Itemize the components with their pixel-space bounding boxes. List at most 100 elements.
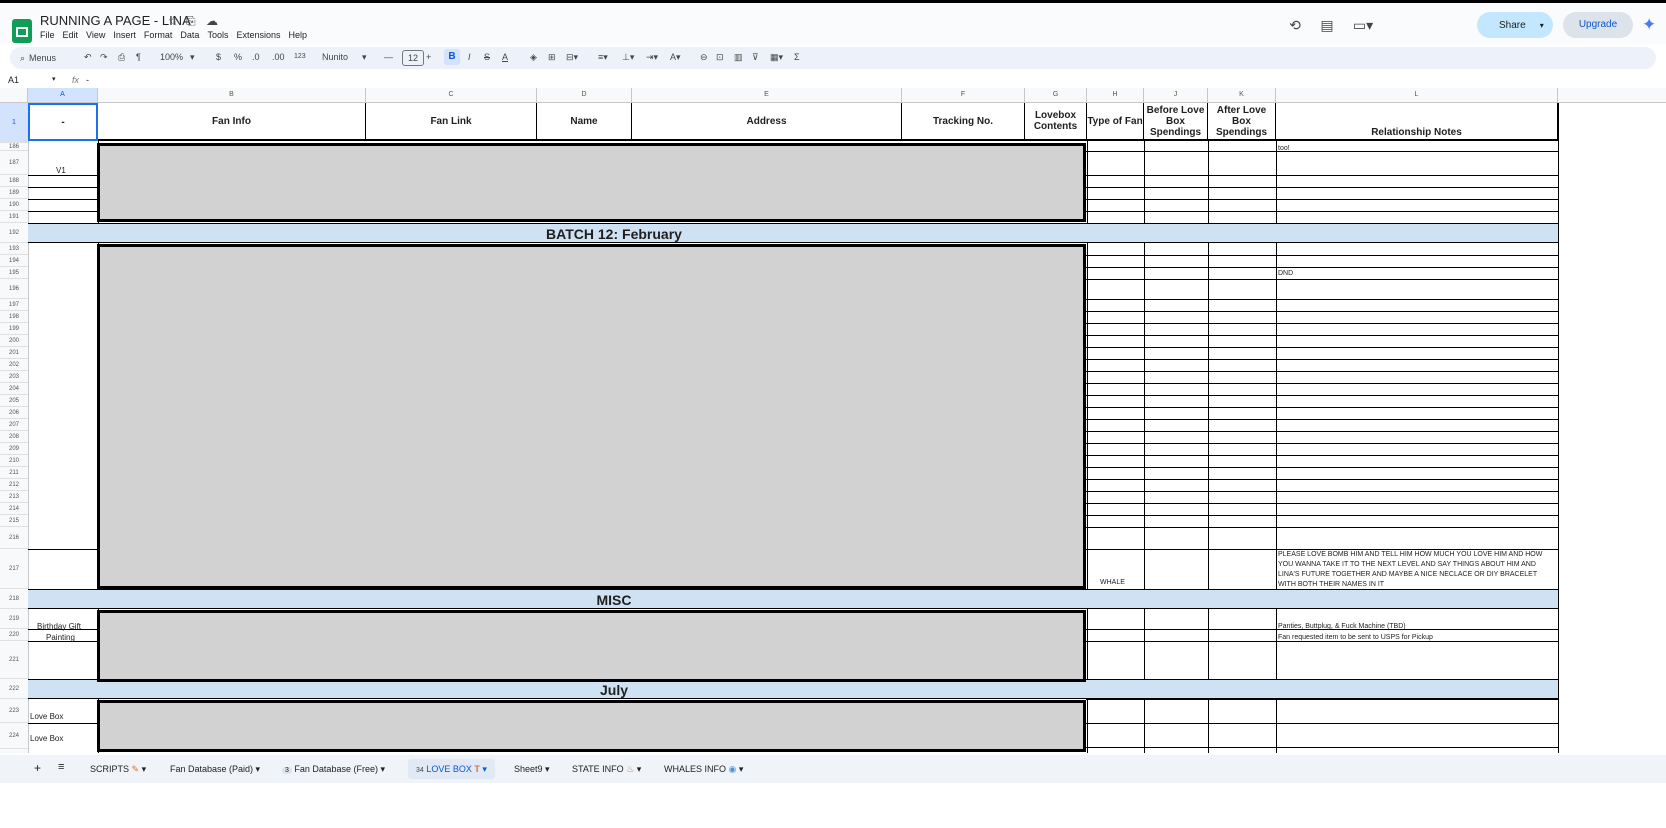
name-box[interactable]: A1 <box>8 75 19 85</box>
cell-a224[interactable]: Love Box <box>30 734 63 743</box>
font-size-decrease[interactable]: — <box>384 52 393 62</box>
search-menus[interactable]: ⌕ Menus <box>20 49 56 67</box>
row-header-1[interactable]: 1 <box>0 103 28 143</box>
add-sheet-icon[interactable]: + <box>34 761 41 775</box>
chevron-down-icon[interactable]: ▾ <box>190 52 195 63</box>
cloud-status-icon[interactable]: ☁ <box>206 14 218 28</box>
cell-l217[interactable]: PLEASE LOVE BOMB HIM AND TELL HIM HOW MU… <box>1278 550 1556 590</box>
font-select[interactable]: Nunito <box>322 52 348 62</box>
row-header[interactable]: 224 <box>0 723 28 749</box>
filter-icon[interactable]: ⊽ <box>752 52 759 63</box>
row-header[interactable]: 209 <box>0 443 28 455</box>
share-button[interactable]: Share ▾ <box>1477 12 1553 38</box>
percent-format[interactable]: % <box>234 52 242 62</box>
cell-a220[interactable]: Painting <box>46 633 75 642</box>
menu-help[interactable]: Help <box>288 30 307 40</box>
row-header[interactable]: 203 <box>0 371 28 383</box>
row-header[interactable]: 188 <box>0 175 28 187</box>
row-header[interactable]: 211 <box>0 467 28 479</box>
menu-format[interactable]: Format <box>144 30 173 40</box>
borders-icon[interactable]: ⊞ <box>548 52 556 63</box>
select-all-corner[interactable] <box>0 88 28 102</box>
cell-l195[interactable]: DND <box>1278 269 1293 279</box>
increase-decimal[interactable]: .00 <box>272 52 285 62</box>
header-name[interactable]: Name <box>537 103 632 141</box>
move-folder-icon[interactable]: ⎘ <box>186 14 196 29</box>
cell-a219[interactable]: Birthday Gift <box>37 622 81 631</box>
menu-extensions[interactable]: Extensions <box>236 30 280 40</box>
header-relationship-notes[interactable]: Relationship Notes <box>1276 103 1558 141</box>
row-header[interactable]: 201 <box>0 347 28 359</box>
row-header[interactable]: 202 <box>0 359 28 371</box>
row-header[interactable]: 192 <box>0 223 28 243</box>
row-header[interactable]: 221 <box>0 641 28 679</box>
menu-view[interactable]: View <box>86 30 105 40</box>
paint-format-icon[interactable]: ¶ <box>136 52 141 62</box>
row-header[interactable]: 191 <box>0 211 28 223</box>
undo-icon[interactable]: ↶ <box>84 52 92 63</box>
row-header[interactable]: 195 <box>0 267 28 279</box>
gemini-icon[interactable]: ✦ <box>1642 15 1656 35</box>
number-format[interactable]: 123 <box>294 53 306 60</box>
column-header-h[interactable]: H <box>1087 88 1144 102</box>
cell-a223[interactable]: Love Box <box>30 712 63 721</box>
menu-edit[interactable]: Edit <box>63 30 79 40</box>
fill-color-icon[interactable]: ◈ <box>530 52 537 63</box>
row-header[interactable]: 199 <box>0 323 28 335</box>
column-header-l[interactable]: L <box>1276 88 1558 102</box>
row-header[interactable]: 187 <box>0 151 28 175</box>
bold-button[interactable]: B <box>444 49 460 65</box>
row-header[interactable]: 213 <box>0 491 28 503</box>
menu-file[interactable]: File <box>40 30 55 40</box>
row-header[interactable]: 210 <box>0 455 28 467</box>
print-icon[interactable]: ⎙ <box>118 52 125 63</box>
meet-icon[interactable]: ▭▾ <box>1350 16 1376 34</box>
column-header-a[interactable]: A <box>28 88 98 102</box>
align-horizontal-icon[interactable]: ≡▾ <box>598 52 608 63</box>
column-header-b[interactable]: B <box>98 88 366 102</box>
row-header[interactable]: 219 <box>0 609 28 629</box>
insert-link-icon[interactable]: ⊖ <box>700 52 708 63</box>
row-header[interactable]: 223 <box>0 699 28 723</box>
cell-h217[interactable]: WHALE <box>1100 579 1125 586</box>
header-before-spendings[interactable]: Before Love Box Spendings <box>1144 103 1208 141</box>
row-header[interactable]: 186 <box>0 143 28 151</box>
row-header[interactable]: 198 <box>0 311 28 323</box>
cell-l219[interactable]: Panties, Buttplug, & Fuck Machine (TBD) <box>1278 622 1406 632</box>
row-header[interactable]: 204 <box>0 383 28 395</box>
row-header[interactable]: 208 <box>0 431 28 443</box>
sheet-tab-state-info[interactable]: STATE INFO ♨ ▾ <box>572 764 641 775</box>
zoom-select[interactable]: 100% <box>160 52 183 62</box>
italic-button[interactable]: I <box>468 52 471 62</box>
decrease-decimal[interactable]: .0 <box>252 52 260 62</box>
cell-l220[interactable]: Fan requested item to be sent to USPS fo… <box>1278 633 1433 643</box>
row-header[interactable]: 214 <box>0 503 28 515</box>
insert-chart-icon[interactable]: ▥ <box>734 52 743 63</box>
currency-format[interactable]: $ <box>216 52 221 62</box>
row-header[interactable]: 190 <box>0 199 28 211</box>
row-header[interactable]: 212 <box>0 479 28 491</box>
strikethrough-button[interactable]: S <box>484 52 490 62</box>
column-header-g[interactable]: G <box>1025 88 1087 102</box>
comments-icon[interactable]: ▤ <box>1318 16 1336 34</box>
row-header[interactable]: 194 <box>0 255 28 267</box>
sheet-tab-fan-db-paid[interactable]: Fan Database (Paid) ▾ <box>170 764 260 775</box>
text-rotation-icon[interactable]: A▾ <box>670 52 681 63</box>
row-header[interactable]: 218 <box>0 589 28 609</box>
cell-a187[interactable]: V1 <box>56 166 66 175</box>
header-address[interactable]: Address <box>632 103 902 141</box>
chevron-down-icon[interactable]: ▾ <box>52 75 56 83</box>
row-header[interactable]: 196 <box>0 279 28 299</box>
font-size-increase[interactable]: + <box>426 52 431 62</box>
chevron-down-icon[interactable]: ▾ <box>1540 21 1544 30</box>
star-icon[interactable]: ☆ <box>168 14 179 28</box>
header-type-of-fan[interactable]: Type of Fan <box>1087 103 1144 141</box>
functions-icon[interactable]: Σ <box>794 52 800 62</box>
column-header-c[interactable]: C <box>366 88 537 102</box>
formula-input[interactable]: - <box>86 75 89 85</box>
header-lovebox-contents[interactable]: Lovebox Contents <box>1025 103 1087 141</box>
filter-views-icon[interactable]: ▦▾ <box>770 52 783 63</box>
chevron-down-icon[interactable]: ▾ <box>362 52 367 63</box>
all-sheets-icon[interactable]: ≡ <box>58 761 64 773</box>
column-header-f[interactable]: F <box>902 88 1025 102</box>
